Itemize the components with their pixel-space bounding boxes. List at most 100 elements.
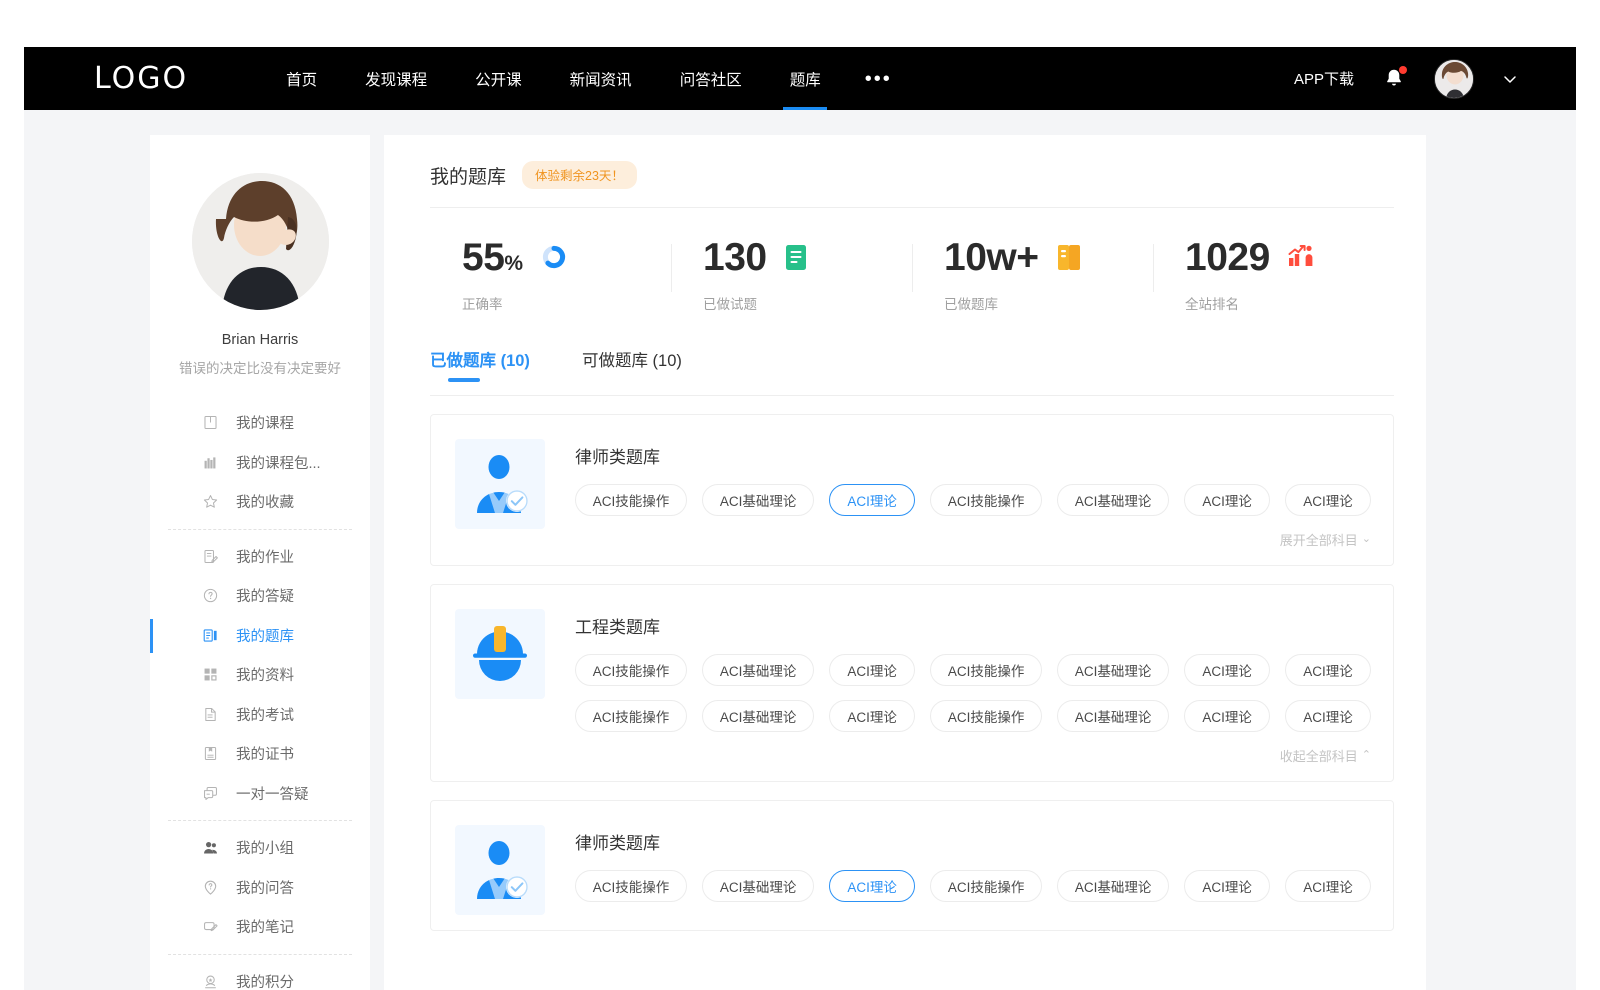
subject-tag[interactable]: ACI理论 — [1285, 654, 1371, 686]
bank-body: 律师类题库ACI技能操作ACI基础理论ACI理论ACI技能操作ACI基础理论AC… — [575, 439, 1371, 551]
stat-value-row: 130 — [703, 238, 912, 277]
nav-item-5[interactable]: 问答社区 — [656, 47, 766, 110]
stat-card-4: 1029 全站排名 — [1153, 238, 1394, 313]
subject-tag[interactable]: ACI基础理论 — [702, 484, 814, 516]
subject-tag[interactable]: ACI技能操作 — [930, 484, 1042, 516]
nav-item-6[interactable]: 题库 — [766, 47, 845, 110]
subject-tag[interactable]: ACI技能操作 — [930, 700, 1042, 732]
stat-label: 已做题库 — [944, 293, 1153, 313]
sidebar-item-6[interactable]: 我的题库 — [150, 616, 370, 656]
sidebar-item-9[interactable]: 我的证书 — [150, 734, 370, 774]
stat-label: 全站排名 — [1185, 293, 1394, 313]
red-rank-icon — [1288, 244, 1314, 272]
sidebar-item-3[interactable]: 我的收藏 — [150, 482, 370, 522]
subject-tag[interactable]: ACI基础理论 — [702, 654, 814, 686]
content-header: 我的题库 体验剩余23天！ — [430, 161, 1394, 208]
subject-tag[interactable]: ACI理论 — [829, 870, 915, 902]
profile-photo — [192, 173, 329, 310]
sidebar-item-label: 我的问答 — [236, 877, 294, 898]
subject-tag[interactable]: ACI理论 — [1285, 700, 1371, 732]
notification-badge-dot — [1399, 66, 1407, 74]
chevron-down-icon[interactable] — [1502, 71, 1518, 87]
sidebar-item-1[interactable]: 我的课程 — [150, 403, 370, 443]
sidebar-item-label: 我的答疑 — [236, 585, 294, 606]
subject-tag[interactable]: ACI技能操作 — [575, 484, 687, 516]
green-doc-icon — [785, 244, 807, 271]
stat-value: 55% — [462, 238, 523, 277]
subject-tag[interactable]: ACI理论 — [829, 654, 915, 686]
subject-tag-row: ACI技能操作 ACI基础理论 ACI理论 ACI技能操作 ACI基础理论 ACI理论 AC… — [575, 484, 1371, 516]
subject-tag[interactable]: ACI技能操作 — [930, 870, 1042, 902]
bank-thumbnail — [455, 439, 545, 529]
site-logo[interactable]: LOGO — [94, 61, 188, 96]
group-icon — [202, 839, 219, 856]
tab-2[interactable]: 可做题库 (10) — [582, 347, 682, 381]
subject-tag[interactable]: ACI理论 — [1285, 484, 1371, 516]
app-download-link[interactable]: APP下载 — [1294, 68, 1354, 89]
package-icon — [202, 454, 219, 471]
stat-unit: % — [504, 252, 522, 275]
subject-tag[interactable]: ACI理论 — [1184, 654, 1270, 686]
subject-tag[interactable]: ACI理论 — [1184, 700, 1270, 732]
subject-tag[interactable]: ACI基础理论 — [702, 700, 814, 732]
bank-body: 律师类题库ACI技能操作ACI基础理论ACI理论ACI技能操作ACI基础理论AC… — [575, 825, 1371, 916]
stat-number: 55 — [462, 236, 504, 279]
page-root: LOGO 首页 发现课程公开课新闻资讯问答社区题库 ••• APP下载 — [0, 0, 1600, 990]
subject-tag[interactable]: ACI基础理论 — [702, 870, 814, 902]
sidebar-item-label: 我的课程 — [236, 412, 294, 433]
more-nav-icon[interactable]: ••• — [845, 47, 912, 110]
chat-icon — [202, 785, 219, 802]
stat-card-3: 10w+ 已做题库 — [912, 238, 1153, 313]
subject-tag[interactable]: ACI基础理论 — [1057, 484, 1169, 516]
sidebar-item-label: 我的作业 — [236, 546, 294, 567]
sidebar-item-label: 我的资料 — [236, 664, 294, 685]
notification-bell-button[interactable] — [1382, 66, 1406, 92]
sidebar-divider — [168, 820, 352, 821]
sidebar-item-5[interactable]: 我的答疑 — [150, 576, 370, 616]
tab-1[interactable]: 已做题库 (10) — [430, 347, 530, 381]
files-icon — [202, 666, 219, 683]
subject-tag[interactable]: ACI技能操作 — [930, 654, 1042, 686]
bank-title: 工程类题库 — [575, 613, 1371, 638]
subject-tag[interactable]: ACI理论 — [1184, 484, 1270, 516]
subject-tag[interactable]: ACI基础理论 — [1057, 654, 1169, 686]
profile-name: Brian Harris — [150, 332, 370, 348]
toggle-subjects-link[interactable]: 展开全部科目⌄ — [1280, 530, 1371, 549]
subject-tag[interactable]: ACI技能操作 — [575, 870, 687, 902]
subject-tag[interactable]: ACI理论 — [1285, 870, 1371, 902]
subject-tag[interactable]: ACI理论 — [1184, 870, 1270, 902]
sidebar-item-14[interactable]: 我的积分 — [150, 962, 370, 990]
nav-item-label: 首页 — [286, 68, 317, 90]
nav-item-2[interactable]: 发现课程 — [341, 47, 451, 110]
subject-tag[interactable]: ACI基础理论 — [1057, 870, 1169, 902]
subject-tag[interactable]: ACI技能操作 — [575, 654, 687, 686]
sidebar-item-2[interactable]: 我的课程包... — [150, 443, 370, 483]
sidebar-item-13[interactable]: 我的笔记 — [150, 907, 370, 947]
toggle-subjects-link[interactable]: 收起全部科目⌃ — [1280, 746, 1371, 765]
question-bank-card: 律师类题库ACI技能操作ACI基础理论ACI理论ACI技能操作ACI基础理论AC… — [430, 414, 1394, 566]
user-avatar[interactable] — [1434, 59, 1474, 99]
sidebar-item-11[interactable]: 我的小组 — [150, 828, 370, 868]
nav-item-3[interactable]: 公开课 — [451, 47, 546, 110]
sidebar-item-7[interactable]: 我的资料 — [150, 655, 370, 695]
stat-number: 1029 — [1185, 236, 1270, 279]
expand-row: 展开全部科目⌄ — [575, 530, 1371, 551]
sidebar-item-8[interactable]: 我的考试 — [150, 695, 370, 735]
profile-avatar — [192, 173, 329, 310]
nav-item-1[interactable]: 首页 — [262, 47, 341, 110]
subject-tag[interactable]: ACI技能操作 — [575, 700, 687, 732]
sidebar-item-12[interactable]: 我的问答 — [150, 868, 370, 908]
stat-number: 130 — [703, 236, 767, 279]
sidebar-item-label: 我的考试 — [236, 704, 294, 725]
subject-tag[interactable]: ACI理论 — [829, 484, 915, 516]
expand-row: 收起全部科目⌃ — [575, 746, 1371, 767]
bank-title: 律师类题库 — [575, 443, 1371, 468]
main-content-panel: 我的题库 体验剩余23天！ 55%正确率130已做试题10w+已做题库1029全… — [384, 135, 1426, 990]
content-tabs: 已做题库 (10) 可做题库 (10) — [430, 347, 1394, 396]
nav-item-4[interactable]: 新闻资讯 — [546, 47, 656, 110]
stat-value: 10w+ — [944, 238, 1039, 277]
sidebar-item-10[interactable]: 一对一答疑 — [150, 774, 370, 814]
subject-tag[interactable]: ACI基础理论 — [1057, 700, 1169, 732]
sidebar-item-4[interactable]: 我的作业 — [150, 537, 370, 577]
subject-tag[interactable]: ACI理论 — [829, 700, 915, 732]
